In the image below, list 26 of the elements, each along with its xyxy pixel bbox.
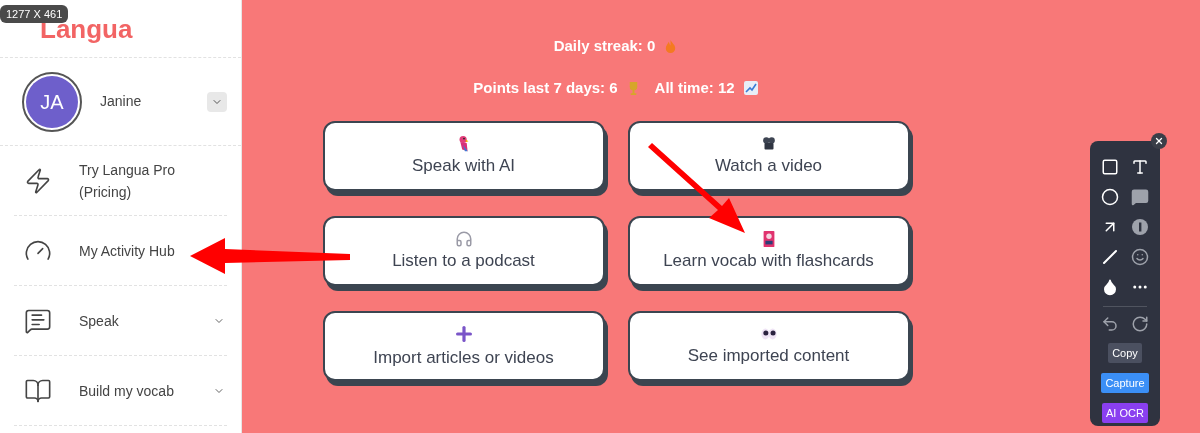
callout-icon[interactable]: [1131, 188, 1149, 206]
streak-text: Daily streak: 0: [553, 35, 656, 56]
close-icon: [1154, 136, 1164, 146]
points-text: Points last 7 days: 6: [473, 77, 618, 98]
avatar[interactable]: JA: [22, 71, 82, 132]
numbered-marker-icon[interactable]: [1131, 218, 1149, 236]
text-icon[interactable]: [1131, 158, 1149, 176]
undo-icon[interactable]: [1101, 315, 1119, 333]
nav-item[interactable]: Try Langua Pro (Pricing): [14, 146, 227, 216]
nav-item[interactable]: Speak: [14, 286, 227, 356]
size-badge: 1277 X 461: [0, 5, 69, 23]
lightning-icon: [24, 166, 52, 195]
toolbar-button[interactable]: AI OCR: [1102, 403, 1148, 423]
toolbar-button[interactable]: Copy: [1108, 343, 1142, 363]
close-button[interactable]: [1151, 133, 1167, 149]
headphones-icon: [454, 230, 473, 248]
chart-icon: [742, 80, 759, 96]
redo-icon[interactable]: [1131, 315, 1149, 333]
all-time-text: All time: 12: [654, 77, 735, 98]
ellipse-icon[interactable]: [1101, 188, 1119, 206]
droplet-icon[interactable]: [1101, 278, 1119, 296]
rectangle-icon[interactable]: [1101, 158, 1119, 176]
pen-icon[interactable]: [1101, 248, 1119, 266]
user-name: Janine: [100, 92, 143, 111]
smiley-icon[interactable]: [1131, 248, 1149, 266]
nav-item[interactable]: Build my vocab: [14, 356, 227, 426]
